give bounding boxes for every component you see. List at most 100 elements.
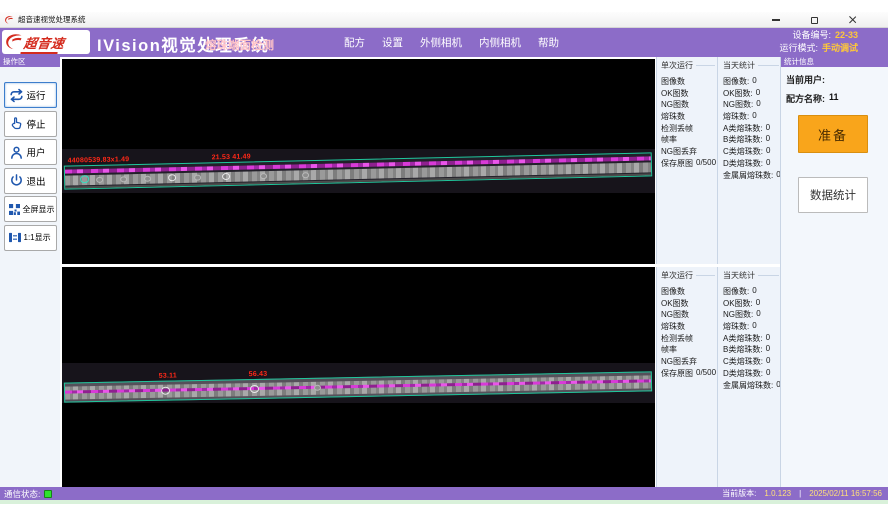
- stat-row: 熔珠数: [661, 321, 717, 333]
- run-button[interactable]: 运行: [4, 82, 57, 108]
- stat-label: 金属屑熔珠数:: [723, 170, 773, 182]
- stat-row: B类熔珠数: 0: [723, 134, 781, 146]
- page-subtitle: 熔珠端面检测: [205, 37, 274, 53]
- fullscreen-button-label: 全屏显示: [23, 204, 55, 215]
- stat-label: B类熔珠数:: [723, 344, 763, 356]
- stat-value: 0: [756, 88, 760, 100]
- fullscreen-button[interactable]: 全屏显示: [4, 196, 57, 222]
- stat-row: 熔珠数: 0: [723, 111, 781, 123]
- stat-label: B类熔珠数:: [723, 134, 763, 146]
- menu-item[interactable]: 设置: [382, 35, 403, 50]
- single-run-group: 单次运行 图像数 OK图数 NG图数: [657, 267, 718, 487]
- stat-label: 检测丢帧: [661, 333, 693, 345]
- brand-swoosh-icon: [4, 32, 24, 52]
- data-statistics-button[interactable]: 数据统计: [798, 177, 868, 213]
- outer-camera-viewport: 44080539.83x1.49 21.53 41.49: [62, 59, 655, 264]
- stat-row: OK图数: 0: [723, 298, 781, 310]
- stat-row: 图像数: [661, 286, 717, 298]
- menu-item[interactable]: 外侧相机: [420, 35, 462, 50]
- comm-status-label: 通信状态:: [4, 488, 40, 500]
- stat-label: 帧率: [661, 344, 677, 356]
- stat-value: 0: [756, 298, 760, 310]
- user-button[interactable]: 用户: [4, 139, 57, 165]
- single-run-group: 单次运行 图像数 OK图数 NG图数: [657, 57, 718, 264]
- stat-value: 0: [766, 123, 770, 135]
- taskbar-strip: [0, 500, 888, 504]
- stat-label: 熔珠数:: [723, 111, 749, 123]
- stat-row: A类熔珠数: 0: [723, 333, 781, 345]
- exit-button-label: 退出: [27, 174, 46, 188]
- measurement-annotation: 21.53 41.49: [212, 153, 251, 161]
- stat-label: OK图数: [661, 88, 689, 100]
- stop-button[interactable]: 停止: [4, 111, 57, 137]
- stat-row: 图像数: 0: [723, 76, 781, 88]
- menu-item[interactable]: 配方: [344, 35, 365, 50]
- stat-label: 金属屑熔珠数:: [723, 380, 773, 392]
- close-button[interactable]: [846, 14, 858, 26]
- stat-label: 图像数: [661, 286, 685, 298]
- today-stats-title: 当天统计: [723, 60, 781, 71]
- status-bar: 通信状态: 当前版本: 1.0.123 | 2025/02/11 16:57:5…: [0, 487, 888, 500]
- fullscreen-grid-icon: [9, 204, 20, 215]
- stat-label: 熔珠数: [661, 111, 685, 123]
- minimize-button[interactable]: [770, 14, 782, 26]
- stat-label: 保存原图: [661, 158, 693, 170]
- stat-row: OK图数: [661, 88, 717, 100]
- single-run-title: 单次运行: [661, 270, 717, 281]
- stop-button-label: 停止: [27, 117, 46, 131]
- menu-item[interactable]: 帮助: [538, 35, 559, 50]
- stat-value: 0: [766, 158, 770, 170]
- datetime-value: 2025/02/11 16:57:56: [809, 489, 882, 498]
- stat-label: 检测丢帧: [661, 123, 693, 135]
- stat-row: C类熔珠数: 0: [723, 146, 781, 158]
- stat-label: OK图数: [661, 298, 689, 310]
- user-button-label: 用户: [27, 145, 46, 159]
- stat-row: 帧率: [661, 134, 717, 146]
- stat-label: 帧率: [661, 134, 677, 146]
- stat-value: 0/500: [696, 158, 716, 170]
- stat-label: 图像数: [661, 76, 685, 88]
- hand-stop-icon: [9, 116, 24, 131]
- one-to-one-icon: [9, 232, 21, 243]
- stat-label: D类熔珠数:: [723, 368, 763, 380]
- stat-row: D类熔珠数: 0: [723, 368, 781, 380]
- stats-panel-outer-camera: 单次运行 图像数 OK图数 NG图数: [656, 57, 780, 264]
- stat-value: 0: [752, 111, 756, 123]
- device-info: 设备编号: 22-33 运行模式: 手动调试: [779, 30, 858, 54]
- stat-label: A类熔珠数:: [723, 123, 763, 135]
- menu-bar: 配方 设置 外侧相机 内侧相机 帮助: [344, 28, 559, 57]
- power-icon: [9, 173, 24, 188]
- stat-label: 熔珠数: [661, 321, 685, 333]
- stat-value: 0: [766, 368, 770, 380]
- stat-value: 0: [756, 309, 760, 321]
- stat-row: NG图丢弃: [661, 146, 717, 158]
- one-to-one-button[interactable]: 1:1显示: [4, 225, 57, 251]
- current-user-label: 当前用户:: [786, 73, 825, 86]
- ready-button[interactable]: 准备: [798, 115, 868, 153]
- brand-name: 超音速: [23, 33, 66, 52]
- exit-button[interactable]: 退出: [4, 168, 57, 194]
- version-label: 当前版本:: [722, 488, 756, 499]
- stat-row: D类熔珠数: 0: [723, 158, 781, 170]
- stat-value: 0: [766, 333, 770, 345]
- single-run-title: 单次运行: [661, 60, 717, 71]
- stat-row: 金属屑熔珠数: 0: [723, 170, 781, 182]
- stat-row: A类熔珠数: 0: [723, 123, 781, 135]
- stat-value: 0: [752, 321, 756, 333]
- today-stats-group: 当天统计 图像数: 0 OK图数: 0 NG图数: 0: [719, 267, 781, 487]
- stat-row: NG图丢弃: [661, 356, 717, 368]
- stat-row: B类熔珠数: 0: [723, 344, 781, 356]
- stat-label: NG图数: [661, 99, 689, 111]
- comm-status-indicator: [44, 490, 52, 498]
- stat-row: 保存原图 0/500: [661, 158, 717, 170]
- stat-row: 金属屑熔珠数: 0: [723, 380, 781, 392]
- recipe-name-value: 11: [829, 92, 839, 105]
- maximize-button[interactable]: [808, 14, 820, 26]
- stat-row: OK图数: 0: [723, 88, 781, 100]
- stat-row: NG图数: 0: [723, 99, 781, 111]
- stat-label: NG图丢弃: [661, 356, 697, 368]
- stat-label: NG图数: [661, 309, 689, 321]
- brand-logo: 超音速: [2, 30, 90, 54]
- device-number-label: 设备编号:: [792, 30, 831, 41]
- menu-item[interactable]: 内侧相机: [479, 35, 521, 50]
